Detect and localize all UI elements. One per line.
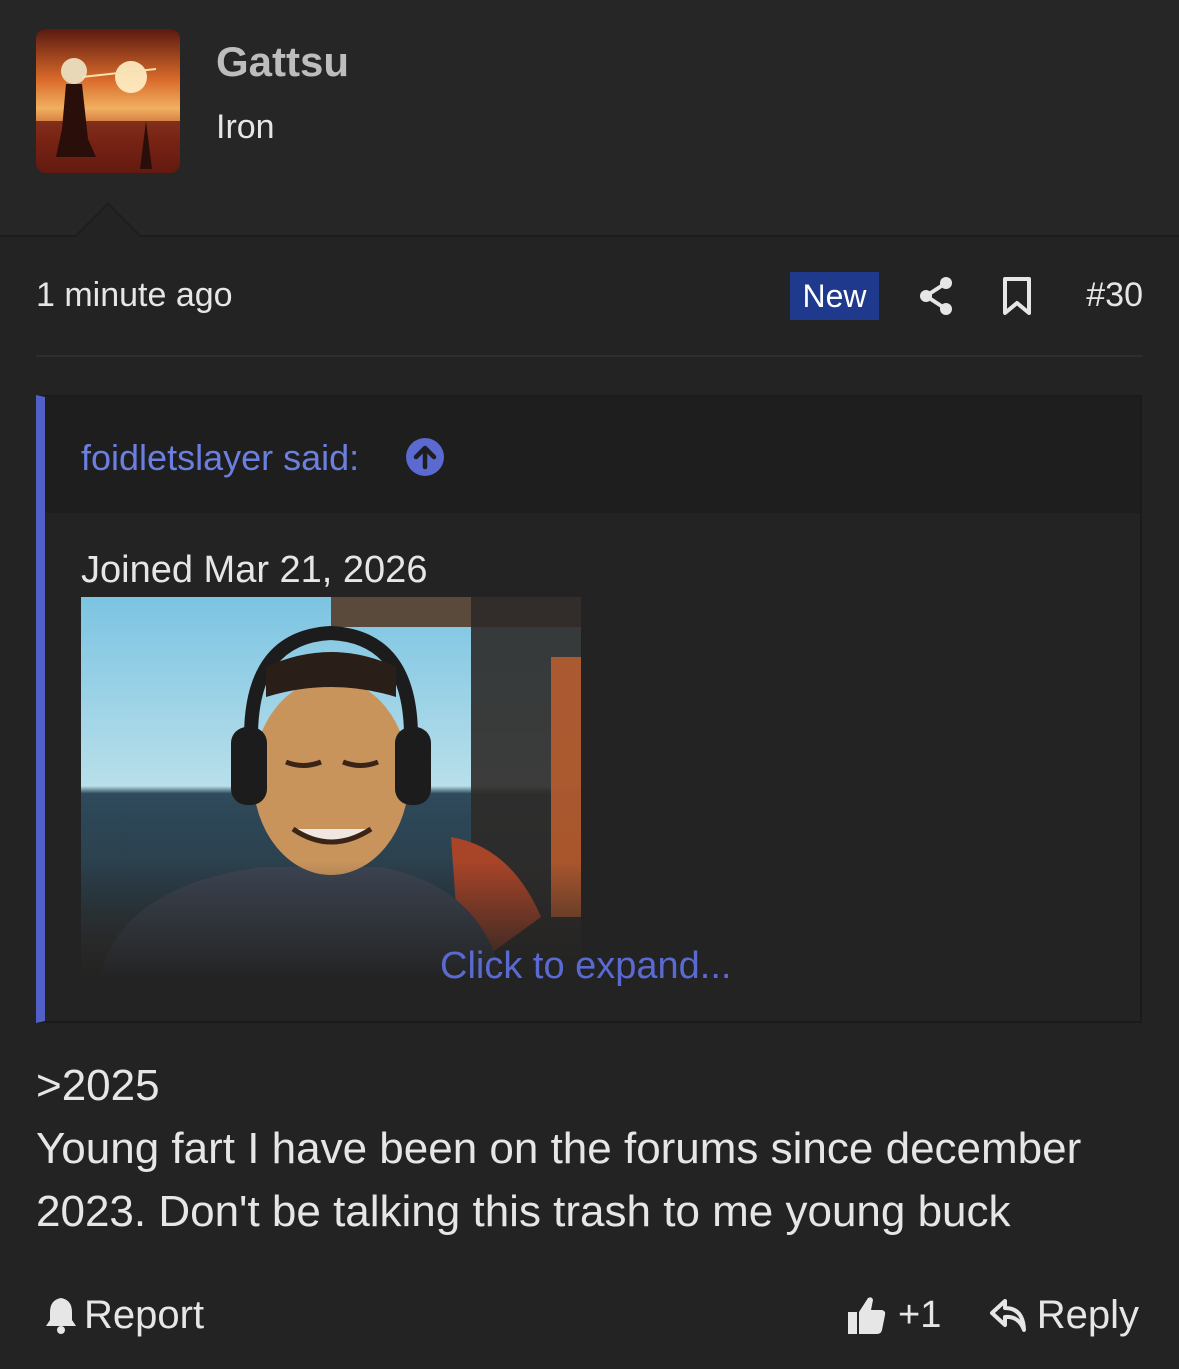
- share-icon[interactable]: [918, 276, 954, 316]
- reply-button[interactable]: Reply: [989, 1290, 1139, 1340]
- post-header: Gattsu Iron: [0, 0, 1179, 237]
- click-to-expand-link[interactable]: Click to expand...: [440, 945, 731, 988]
- quote-header: foidletslayer said:: [45, 397, 1140, 513]
- new-badge: New: [790, 272, 879, 320]
- username[interactable]: Gattsu: [216, 38, 349, 86]
- post-body-line: >2025: [36, 1061, 160, 1110]
- quote-text: Joined Mar 21, 2026: [81, 549, 428, 591]
- bookmark-icon[interactable]: [1002, 276, 1032, 316]
- reply-arrow-icon: [989, 1299, 1026, 1332]
- post-meta-bar: 1 minute ago New #30: [36, 258, 1143, 334]
- quote-block: foidletslayer said: Joined Mar 21, 2026: [36, 395, 1142, 1023]
- post-body: >2025 Young fart I have been on the foru…: [36, 1054, 1146, 1243]
- like-count: +1: [898, 1293, 942, 1336]
- post-timestamp[interactable]: 1 minute ago: [36, 276, 233, 315]
- user-title: Iron: [216, 108, 275, 146]
- meta-divider: [36, 355, 1143, 357]
- bell-icon: [46, 1298, 76, 1334]
- like-button[interactable]: +1: [846, 1290, 941, 1340]
- report-label: Report: [84, 1292, 205, 1337]
- header-pointer-inner: [76, 205, 140, 237]
- post-number-link[interactable]: #30: [1086, 276, 1143, 315]
- reply-label: Reply: [1036, 1292, 1139, 1337]
- post-body-line: 2023. Don't be talking this trash to me …: [36, 1187, 1011, 1236]
- post-body-line: Young fart I have been on the forums sin…: [36, 1124, 1082, 1173]
- quote-author-link[interactable]: foidletslayer said:: [81, 437, 359, 479]
- quote-gif-image[interactable]: [81, 597, 581, 975]
- thumbs-up-icon: [848, 1297, 886, 1334]
- report-button[interactable]: Report: [44, 1290, 204, 1340]
- avatar[interactable]: [36, 29, 180, 173]
- jump-to-quote-icon[interactable]: [405, 437, 445, 477]
